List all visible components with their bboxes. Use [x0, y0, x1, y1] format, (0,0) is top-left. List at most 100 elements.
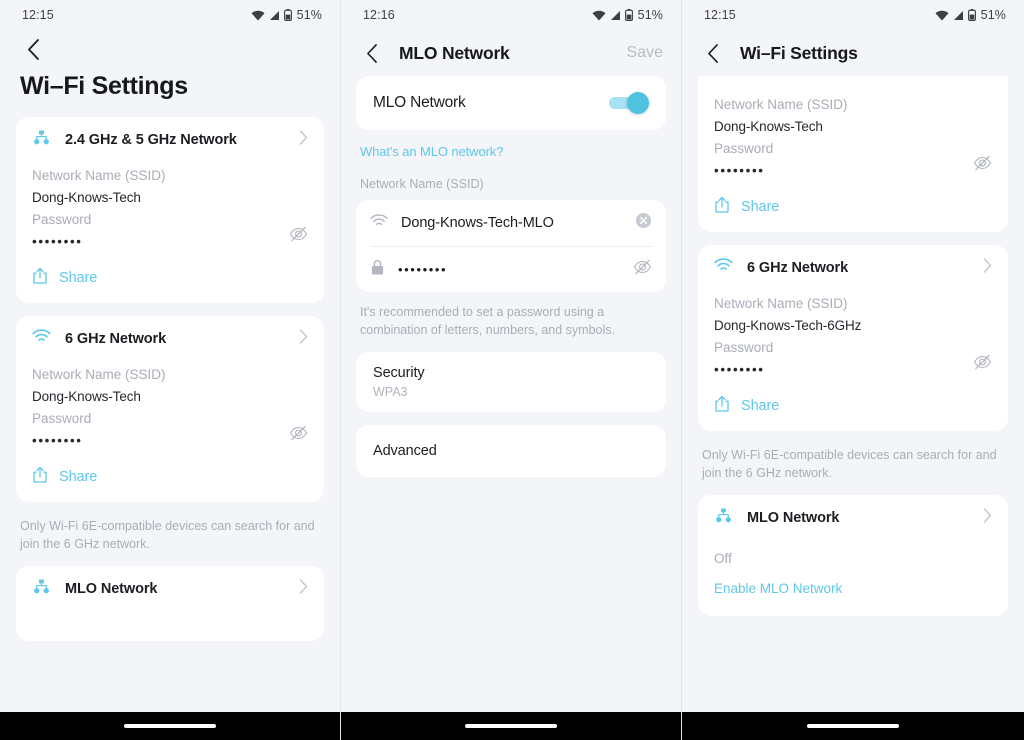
status-bar: 12:15 51%	[682, 0, 1024, 30]
chevron-right-icon[interactable]	[983, 507, 992, 528]
card-6ghz-network: 6 GHz Network Network Name (SSID) Dong-K…	[16, 316, 324, 502]
cellular-signal-icon	[953, 10, 964, 21]
wifi-icon	[32, 328, 51, 349]
save-button[interactable]: Save	[627, 44, 663, 62]
ssid-label: Network Name (SSID)	[714, 97, 848, 112]
page-title: Wi–Fi Settings	[740, 42, 858, 63]
status-icons: 51%	[935, 8, 1006, 22]
clear-circle-icon[interactable]	[635, 212, 652, 234]
password-label: Password	[32, 212, 92, 227]
page-header: Wi–Fi Settings	[0, 30, 340, 117]
ssid-field-24-5ghz: Network Name (SSID) Dong-Knows-Tech	[32, 162, 308, 209]
share-icon	[32, 466, 48, 489]
chevron-right-icon[interactable]	[299, 129, 308, 150]
card-mlo-network: MLO Network Off Enable MLO Network	[698, 495, 1008, 616]
security-title: Security	[373, 365, 425, 381]
home-gesture-pill[interactable]	[124, 724, 216, 728]
battery-percent: 51%	[296, 8, 322, 22]
home-gesture-pill[interactable]	[465, 724, 557, 728]
mlo-network-icon	[714, 506, 733, 530]
system-navigation-bar	[682, 712, 1024, 740]
card-header-mlo[interactable]: MLO Network	[714, 495, 992, 540]
share-label: Share	[741, 398, 780, 414]
battery-percent: 51%	[637, 8, 663, 22]
eye-off-icon[interactable]	[289, 408, 308, 446]
system-navigation-bar	[341, 712, 681, 740]
ssid-field-6ghz: Network Name (SSID) Dong-Knows-Tech-6GHz	[714, 290, 992, 337]
card-title-6ghz: 6 GHz Network	[65, 330, 167, 347]
wifi-icon	[370, 213, 388, 233]
ssid-value: Dong-Knows-Tech	[32, 389, 141, 404]
home-gesture-pill[interactable]	[807, 724, 899, 728]
card-6ghz-network: 6 GHz Network Network Name (SSID) Dong-K…	[698, 245, 1008, 431]
back-chevron-icon[interactable]	[359, 40, 385, 66]
mlo-network-toggle-row: MLO Network	[356, 76, 666, 130]
battery-icon	[283, 9, 292, 21]
panel-scroll-body: MLO Network What's an MLO network? Netwo…	[341, 76, 681, 712]
panel-scroll-body: 2.4 GHz & 5 GHz Network Network Name (SS…	[0, 117, 340, 712]
mlo-network-icon	[32, 128, 51, 152]
password-value: ••••••••	[32, 433, 83, 448]
security-value: WPA3	[373, 385, 408, 399]
eye-off-icon[interactable]	[973, 138, 992, 176]
chevron-right-icon[interactable]	[983, 257, 992, 278]
mlo-toggle-label: MLO Network	[373, 94, 466, 111]
share-label: Share	[741, 199, 780, 215]
card-header-6ghz[interactable]: 6 GHz Network	[32, 316, 308, 361]
password-value: ••••••••	[714, 362, 765, 377]
eye-off-icon[interactable]	[289, 209, 308, 247]
mlo-network-icon	[32, 577, 51, 601]
status-bar: 12:16 51%	[341, 0, 681, 30]
back-chevron-icon[interactable]	[700, 40, 726, 66]
card-header-24-5ghz[interactable]: 2.4 GHz & 5 GHz Network	[32, 117, 308, 162]
share-button-6ghz[interactable]: Share	[714, 381, 992, 431]
password-field-6ghz: Password ••••••••	[714, 337, 992, 381]
chevron-right-icon[interactable]	[299, 328, 308, 349]
panel-wifi-settings-overview: 12:15 51% Wi–Fi Settings 2.4 GHz & 5 GHz…	[0, 0, 341, 740]
share-icon	[714, 196, 730, 219]
password-value: ••••••••	[32, 234, 83, 249]
security-row[interactable]: Security WPA3	[356, 352, 666, 412]
whats-an-mlo-network-link[interactable]: What's an MLO network?	[356, 138, 666, 175]
eye-off-icon[interactable]	[633, 259, 652, 280]
status-time: 12:15	[704, 8, 736, 22]
wifi-icon	[714, 257, 733, 278]
share-icon	[714, 395, 730, 418]
advanced-title: Advanced	[373, 443, 437, 459]
share-label: Share	[59, 270, 98, 286]
password-label: Password	[714, 141, 774, 156]
page-header: MLO Network Save	[341, 30, 681, 76]
card-header-mlo[interactable]: MLO Network	[32, 566, 308, 611]
share-button-24-5ghz[interactable]: Share	[32, 253, 308, 303]
three-panel-screenshot-strip: 12:15 51% Wi–Fi Settings 2.4 GHz & 5 GHz…	[0, 0, 1024, 740]
card-header-6ghz[interactable]: 6 GHz Network	[714, 245, 992, 290]
card-title-mlo: MLO Network	[747, 509, 840, 526]
mlo-network-toggle[interactable]	[609, 92, 649, 114]
card-title-24-5ghz: 2.4 GHz & 5 GHz Network	[65, 131, 237, 148]
ssid-input[interactable]	[401, 215, 622, 231]
ssid-field-main: Network Name (SSID) Dong-Knows-Tech	[714, 76, 992, 138]
share-button-main[interactable]: Share	[714, 182, 992, 232]
panel-wifi-settings-mlo-off: 12:15 51% Wi–Fi Settings Network Name (S…	[682, 0, 1024, 740]
ssid-value: Dong-Knows-Tech	[714, 119, 823, 134]
status-icons: 51%	[592, 8, 663, 22]
status-icons: 51%	[251, 8, 322, 22]
advanced-row[interactable]: Advanced	[356, 425, 666, 477]
chevron-right-icon[interactable]	[299, 578, 308, 599]
card-title-6ghz: 6 GHz Network	[747, 259, 849, 276]
note-6e-compatibility: Only Wi-Fi 6E-compatible devices can sea…	[20, 519, 315, 551]
ssid-value: Dong-Knows-Tech-6GHz	[714, 318, 862, 333]
eye-off-icon[interactable]	[973, 337, 992, 375]
share-button-6ghz[interactable]: Share	[32, 452, 308, 502]
battery-icon	[967, 9, 976, 21]
ssid-section-label: Network Name (SSID)	[360, 177, 484, 191]
password-input[interactable]	[398, 262, 620, 277]
share-label: Share	[59, 469, 98, 485]
panel-mlo-network-setup: 12:16 51% MLO Network Save MLO Network W…	[341, 0, 682, 740]
enable-mlo-network-link[interactable]: Enable MLO Network	[714, 570, 992, 612]
toggle-knob	[627, 92, 649, 114]
battery-percent: 51%	[980, 8, 1006, 22]
back-chevron-icon[interactable]	[20, 36, 46, 62]
password-field-24-5ghz: Password ••••••••	[32, 209, 308, 253]
password-field-main: Password ••••••••	[714, 138, 992, 182]
